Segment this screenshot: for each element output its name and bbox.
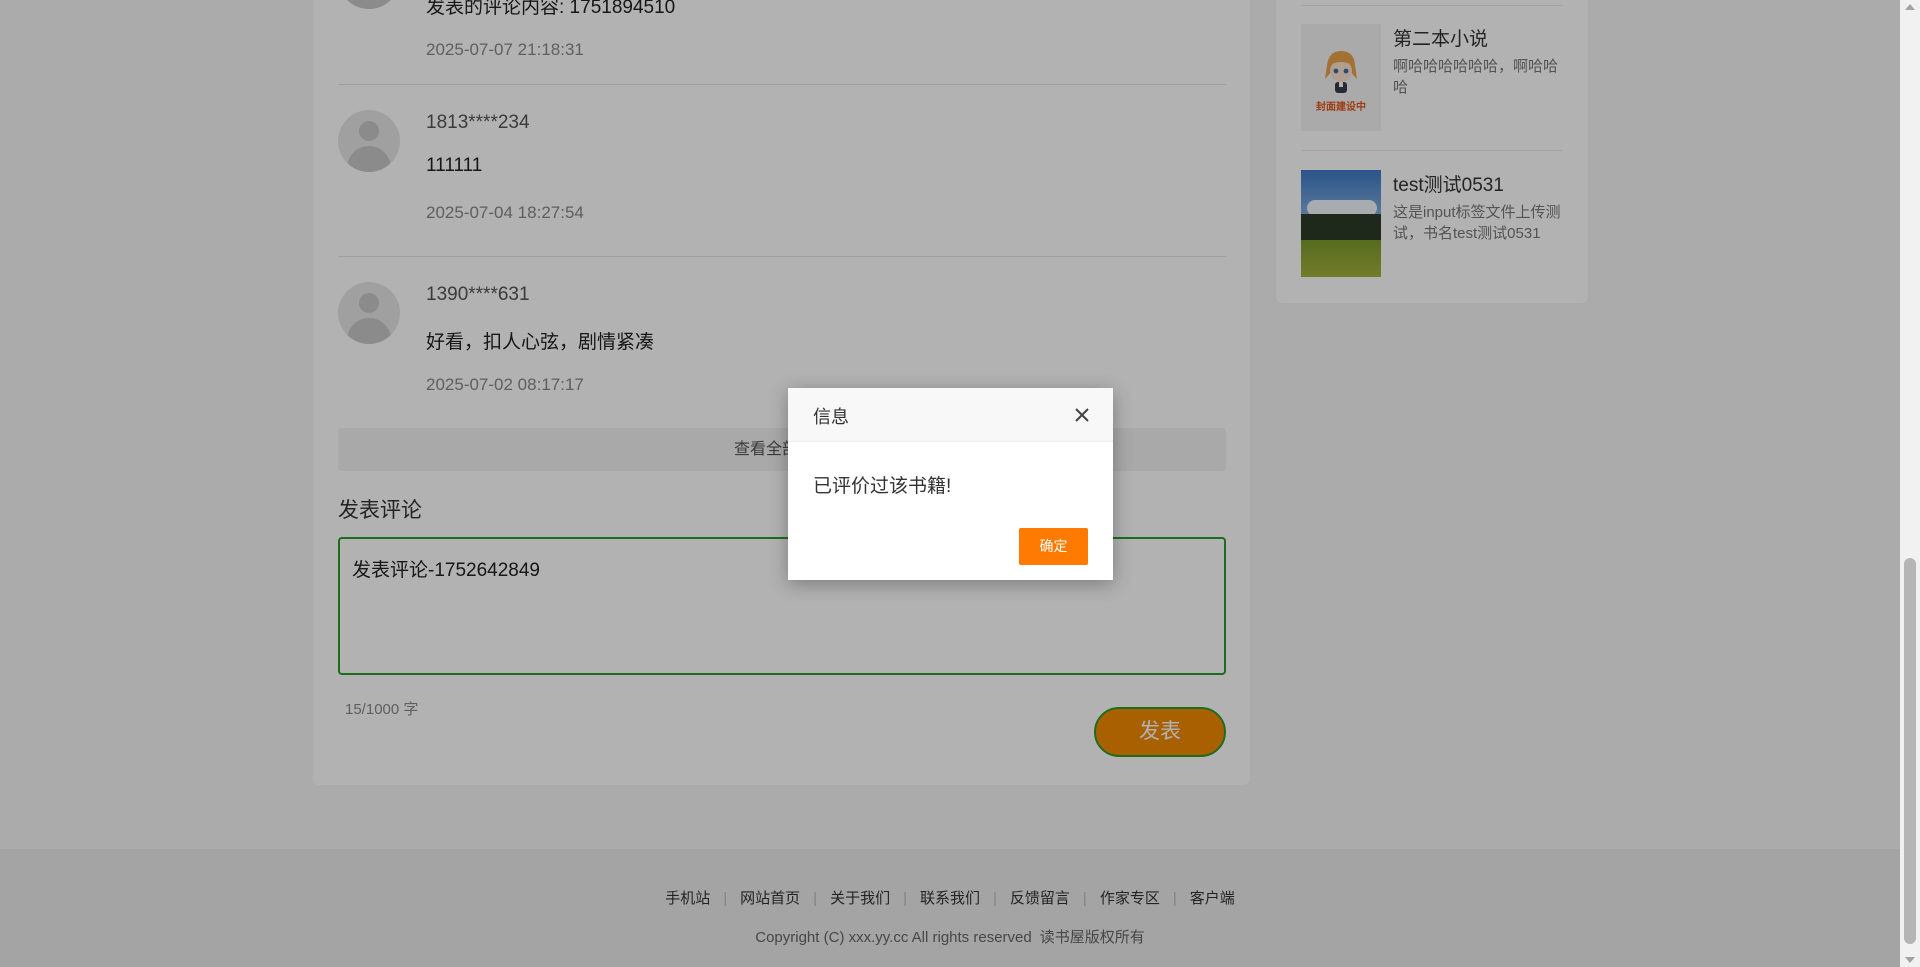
dialog-title: 信息 xyxy=(813,407,849,427)
scrollbar[interactable] xyxy=(1900,0,1920,967)
scrollbar-thumb[interactable] xyxy=(1904,558,1916,944)
scroll-up-icon[interactable] xyxy=(1905,4,1915,10)
scroll-down-icon[interactable] xyxy=(1905,957,1915,963)
close-icon[interactable] xyxy=(1071,404,1093,426)
dialog-header: 信息 xyxy=(788,388,1113,442)
dialog-message: 已评价过该书籍! xyxy=(813,476,952,497)
ok-button[interactable]: 确定 xyxy=(1019,528,1088,565)
info-dialog: 信息 已评价过该书籍! 确定 xyxy=(788,388,1113,580)
